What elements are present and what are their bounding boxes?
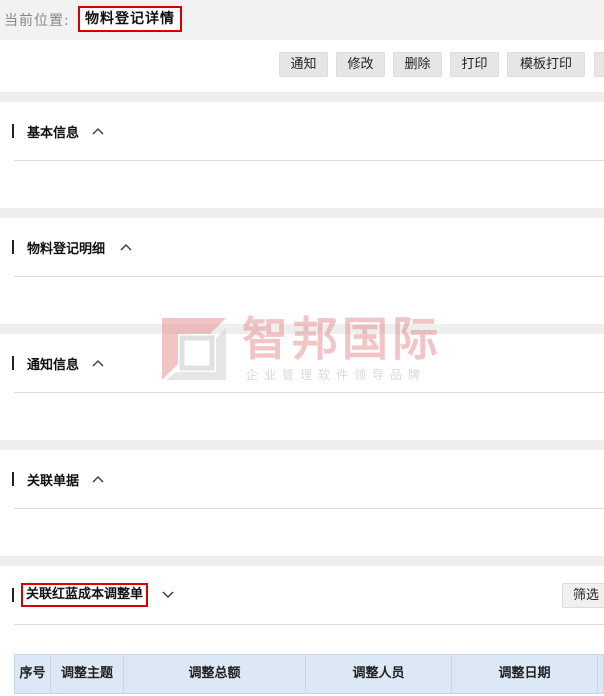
breadcrumb: 当前位置: 物料登记详情 <box>0 0 604 40</box>
section-marker <box>12 356 14 370</box>
chevron-up-icon[interactable] <box>92 358 104 368</box>
section-material-detail: 物料登记明细 <box>0 218 604 324</box>
column-header-date: 调整日期 <box>452 655 598 693</box>
section-title[interactable]: 关联红蓝成本调整单 <box>21 583 149 607</box>
section-title[interactable]: 物料登记明细 <box>27 238 105 257</box>
section-title[interactable]: 通知信息 <box>27 354 79 373</box>
section-marker <box>12 124 14 138</box>
section-marker <box>12 472 14 486</box>
section-basic-info: 基本信息 <box>0 102 604 208</box>
column-header-subject: 调整主题 <box>51 655 124 693</box>
column-header-person: 调整人员 <box>306 655 452 693</box>
chevron-down-icon[interactable] <box>162 590 174 600</box>
chevron-up-icon[interactable] <box>92 126 104 136</box>
chevron-up-icon[interactable] <box>92 474 104 484</box>
column-header-index: 序号 <box>15 655 51 693</box>
divider <box>14 624 604 625</box>
column-header-total: 调整总额 <box>124 655 306 693</box>
edit-button[interactable]: 修改 <box>336 52 385 77</box>
section-title[interactable]: 关联单据 <box>27 470 79 489</box>
section-notify-info: 通知信息 <box>0 334 604 440</box>
divider <box>14 160 604 161</box>
filter-button[interactable]: 筛选 <box>562 583 604 608</box>
more-button[interactable] <box>594 52 604 77</box>
toolbar: 通知 修改 删除 打印 模板打印 <box>0 40 604 92</box>
breadcrumb-prefix: 当前位置: <box>4 13 70 29</box>
divider <box>14 392 604 393</box>
delete-button[interactable]: 删除 <box>393 52 442 77</box>
section-related-docs: 关联单据 <box>0 450 604 556</box>
section-title[interactable]: 基本信息 <box>27 122 79 141</box>
divider <box>14 276 604 277</box>
notify-button[interactable]: 通知 <box>279 52 328 77</box>
divider <box>14 508 604 509</box>
section-marker <box>12 588 14 602</box>
section-marker <box>12 240 14 254</box>
breadcrumb-current: 物料登记详情 <box>78 6 182 32</box>
page: 当前位置: 物料登记详情 通知 修改 删除 打印 模板打印 基本信息 物料登记明… <box>0 0 604 696</box>
print-button[interactable]: 打印 <box>450 52 499 77</box>
section-cost-adjustment: 关联红蓝成本调整单 筛选 序号 调整主题 调整总额 调整人员 调整日期 <box>0 566 604 696</box>
chevron-up-icon[interactable] <box>120 242 132 252</box>
table-header: 序号 调整主题 调整总额 调整人员 调整日期 <box>14 654 604 694</box>
template-print-button[interactable]: 模板打印 <box>507 52 585 77</box>
